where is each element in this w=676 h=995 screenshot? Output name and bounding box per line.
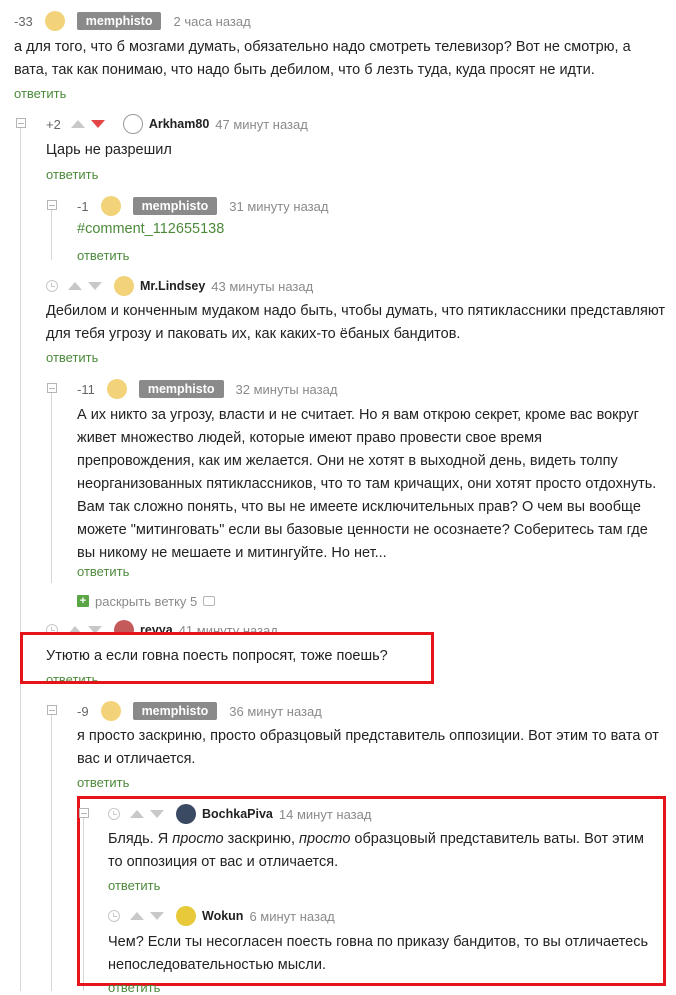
comment-text: я просто заскриню, просто образцовый пре… <box>77 728 659 767</box>
text-segment: заскриню, <box>223 831 300 847</box>
reply-link[interactable]: ответить <box>14 86 66 101</box>
comment-author[interactable]: BochkaPiva <box>202 807 273 821</box>
comment-header: +2 Arkham80 47 минут назад <box>46 114 308 134</box>
reply-link[interactable]: ответить <box>108 980 160 995</box>
reply-link[interactable]: ответить <box>46 350 98 365</box>
collapse-icon[interactable] <box>79 808 89 818</box>
comment-author[interactable]: Arkham80 <box>149 117 209 131</box>
thread-line <box>20 118 21 991</box>
comment-time: 6 минут назад <box>249 908 335 924</box>
banana-avatar-icon[interactable] <box>176 906 196 926</box>
upvote-icon[interactable] <box>70 120 85 128</box>
comment-link[interactable]: #comment_112655138 <box>77 221 224 237</box>
comment-text: Дебилом и конченным мудаком надо быть, ч… <box>46 303 666 342</box>
text-emphasis: просто <box>172 831 224 847</box>
collapse-icon[interactable] <box>47 200 57 210</box>
comment-time: 31 минуту назад <box>229 198 329 214</box>
clock-icon <box>108 808 120 820</box>
reply-link[interactable]: ответить <box>108 878 160 893</box>
comment-time: 47 минут назад <box>215 116 308 132</box>
robot-avatar-icon[interactable] <box>106 379 127 399</box>
downvote-icon[interactable] <box>150 810 164 818</box>
thread-line <box>51 705 52 991</box>
collapse-icon[interactable] <box>47 705 57 715</box>
plus-icon: + <box>77 595 89 607</box>
sketch-avatar-icon[interactable] <box>122 114 143 134</box>
comment-text: А их никто за угрозу, власти и не считае… <box>77 407 657 561</box>
comment-text: Царь не разрешил <box>46 142 172 158</box>
reply-link[interactable]: ответить <box>77 775 129 790</box>
reply-link[interactable]: ответить <box>46 167 98 182</box>
comment-header: -1 memphisto 31 минуту назад <box>77 196 328 216</box>
comment-header: -9 memphisto 36 минут назад <box>77 701 322 721</box>
expand-thread-label: раскрыть ветку 5 <box>95 593 198 609</box>
comment-time: 2 часа назад <box>173 13 251 29</box>
comment-header: -11 memphisto 32 минуты назад <box>77 379 337 399</box>
author-badge[interactable]: memphisto <box>76 12 162 30</box>
comment-author[interactable]: Mr.Lindsey <box>140 279 205 293</box>
author-badge[interactable]: memphisto <box>132 197 218 215</box>
downvote-icon[interactable] <box>88 282 102 290</box>
comment-author[interactable]: Wokun <box>202 909 243 923</box>
comment-text: Чем? Если ты несогласен поесть говна по … <box>108 934 649 973</box>
reply-link[interactable]: ответить <box>77 248 129 263</box>
robot-avatar-icon[interactable] <box>114 276 134 296</box>
comment-time: 36 минут назад <box>229 703 322 719</box>
upvote-icon[interactable] <box>130 912 144 920</box>
robot-avatar-icon[interactable] <box>44 11 65 31</box>
comment-header: Mr.Lindsey 43 минуты назад <box>46 276 313 296</box>
upvote-icon[interactable] <box>130 810 144 818</box>
text-emphasis: просто <box>299 831 351 847</box>
comment-rating: -11 <box>77 381 95 397</box>
downvote-icon[interactable] <box>90 120 105 128</box>
robot-avatar-icon[interactable] <box>100 196 121 216</box>
comment-time: 32 минуты назад <box>235 381 338 397</box>
comment-header: BochkaPiva 14 минут назад <box>108 804 371 824</box>
robot-avatar-icon[interactable] <box>100 701 121 721</box>
comment-text: Блядь. Я просто заскриню, просто образцо… <box>108 828 653 874</box>
clock-icon <box>46 280 58 292</box>
clock-icon <box>108 910 120 922</box>
collapse-icon[interactable] <box>16 118 26 128</box>
photo-avatar-icon[interactable] <box>176 804 196 824</box>
highlight-box <box>20 632 434 684</box>
comment-time: 43 минуты назад <box>211 278 314 294</box>
comment-header: -33 memphisto 2 часа назад <box>14 11 251 31</box>
thread-line <box>51 383 52 583</box>
downvote-icon[interactable] <box>150 912 164 920</box>
comment-header: Wokun 6 минут назад <box>108 906 335 926</box>
upvote-icon[interactable] <box>68 282 82 290</box>
comment-rating: +2 <box>46 116 61 132</box>
comment-time: 14 минут назад <box>278 806 372 822</box>
comment-rating: -1 <box>77 198 89 214</box>
collapse-icon[interactable] <box>47 383 57 393</box>
reply-link[interactable]: ответить <box>77 564 129 579</box>
comment-rating: -33 <box>14 13 33 29</box>
comment-count-icon <box>203 596 216 606</box>
comment-text: а для того, что б мозгами думать, обязат… <box>14 39 631 78</box>
author-badge[interactable]: memphisto <box>138 380 224 398</box>
author-badge[interactable]: memphisto <box>132 702 218 720</box>
expand-thread-button[interactable]: + раскрыть ветку 5 <box>77 591 216 611</box>
comment-rating: -9 <box>77 703 89 719</box>
text-segment: Блядь. Я <box>108 831 173 847</box>
